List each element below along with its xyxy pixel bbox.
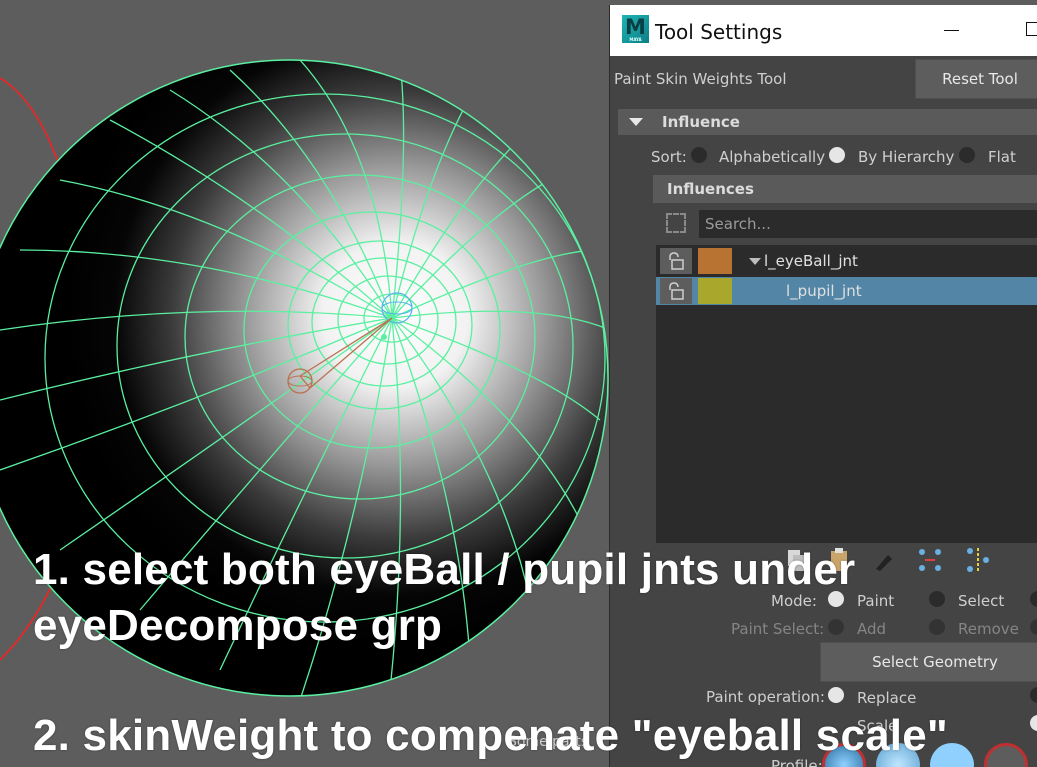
influence-section-header[interactable]: Influence bbox=[618, 109, 1037, 135]
influence-list[interactable]: l_eyeBall_jnt l_pupil_jnt bbox=[656, 245, 1037, 543]
paint-operation-label: Paint operation: bbox=[706, 688, 825, 706]
caption-line-1: 1. select both eyeBall / pupil jnts unde… bbox=[33, 545, 856, 594]
title-bar: M MAYA Tool Settings bbox=[610, 5, 1037, 56]
paint-select-extra-radio[interactable] bbox=[1030, 619, 1037, 635]
maya-logo: M MAYA bbox=[622, 15, 649, 43]
search-input[interactable] bbox=[699, 210, 1037, 238]
mode-paint-label[interactable]: Paint bbox=[857, 592, 894, 610]
brush-icon[interactable] bbox=[870, 545, 900, 575]
minimize-icon[interactable] bbox=[944, 30, 959, 31]
lock-icon[interactable] bbox=[660, 248, 692, 274]
filter-icon[interactable] bbox=[666, 213, 686, 233]
paint-operation-extra-radio[interactable] bbox=[1030, 687, 1037, 703]
paint-select-add-label[interactable]: Add bbox=[857, 620, 886, 638]
collapse-arrow-icon[interactable] bbox=[629, 118, 643, 126]
sort-label: Sort: bbox=[651, 148, 687, 166]
sort-flat-label[interactable]: Flat bbox=[988, 148, 1016, 166]
caption-line-2: eyeDecompose grp bbox=[33, 601, 443, 650]
paint-operation-replace-radio[interactable] bbox=[828, 687, 844, 703]
influence-color-swatch[interactable] bbox=[698, 248, 732, 274]
paint-select-label: Paint Select: bbox=[731, 620, 825, 638]
square-profile-icon[interactable] bbox=[984, 743, 1028, 767]
prune-icon[interactable] bbox=[915, 545, 945, 575]
paint-select-add-radio[interactable] bbox=[828, 619, 844, 635]
window-title: Tool Settings bbox=[655, 20, 783, 44]
list-item[interactable]: l_eyeBall_jnt bbox=[656, 247, 1037, 275]
maximize-icon[interactable] bbox=[1026, 22, 1037, 36]
paint-operation-replace-label[interactable]: Replace bbox=[857, 689, 916, 707]
influences-subsection-header[interactable]: Influences bbox=[653, 175, 1037, 203]
mode-extra-radio[interactable] bbox=[1030, 591, 1037, 607]
influence-label: l_pupil_jnt bbox=[786, 282, 862, 300]
influence-color-swatch[interactable] bbox=[698, 278, 732, 304]
tool-settings-window: M MAYA Tool Settings Paint Skin Weights T… bbox=[609, 5, 1037, 767]
caption-line-3: 2. skinWeight to compenate "eyeball scal… bbox=[33, 711, 948, 760]
influences-subsection-title: Influences bbox=[667, 180, 754, 198]
sort-alphabetically-label[interactable]: Alphabetically bbox=[719, 148, 825, 166]
list-item[interactable]: l_pupil_jnt bbox=[656, 277, 1037, 305]
influence-label: l_eyeBall_jnt bbox=[764, 252, 858, 270]
sort-hierarchy-radio[interactable] bbox=[829, 147, 845, 163]
select-geometry-button[interactable]: Select Geometry bbox=[820, 642, 1037, 682]
expand-arrow-icon[interactable] bbox=[749, 258, 761, 265]
mirror-icon[interactable] bbox=[963, 545, 993, 575]
sort-hierarchy-label[interactable]: By Hierarchy bbox=[858, 148, 954, 166]
paint-select-remove-label[interactable]: Remove bbox=[958, 620, 1019, 638]
tool-name: Paint Skin Weights Tool bbox=[614, 70, 787, 88]
mode-select-label[interactable]: Select bbox=[958, 592, 1004, 610]
paint-operation-smooth-radio[interactable] bbox=[1030, 715, 1037, 731]
sort-flat-radio[interactable] bbox=[959, 147, 975, 163]
paint-select-remove-radio[interactable] bbox=[929, 619, 945, 635]
lock-icon[interactable] bbox=[660, 278, 692, 304]
sort-alphabetically-radio[interactable] bbox=[691, 147, 707, 163]
influence-section-title: Influence bbox=[662, 113, 740, 131]
mode-select-radio[interactable] bbox=[929, 591, 945, 607]
reset-tool-button[interactable]: Reset Tool bbox=[915, 59, 1037, 99]
